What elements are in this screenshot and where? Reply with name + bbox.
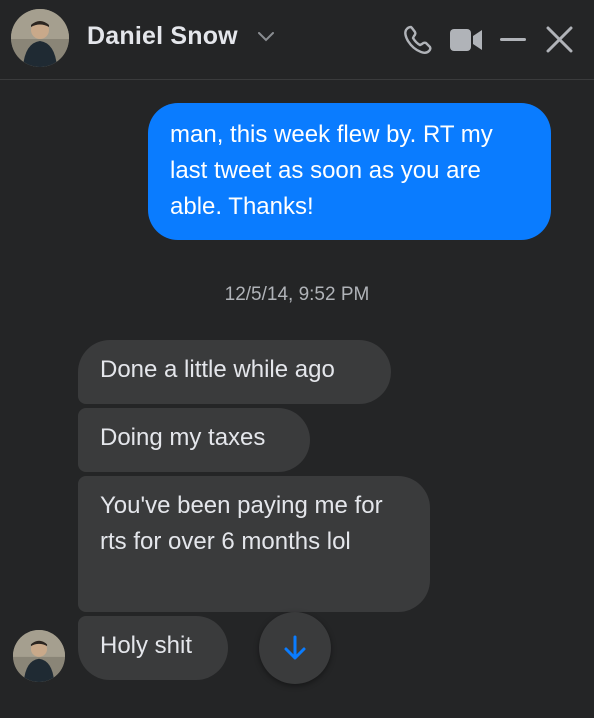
video-camera-icon[interactable] xyxy=(449,27,483,53)
message-thread[interactable]: man, this week flew by. RT my last tweet… xyxy=(0,80,594,718)
contact-avatar[interactable] xyxy=(11,9,69,67)
scroll-to-bottom-button[interactable] xyxy=(259,612,331,684)
incoming-message[interactable]: Done a little while ago xyxy=(78,340,391,404)
contact-name[interactable]: Daniel Snow xyxy=(87,22,238,51)
incoming-message[interactable]: Doing my taxes xyxy=(78,408,310,472)
incoming-message[interactable]: You've been paying me for rts for over 6… xyxy=(78,476,430,612)
incoming-message[interactable]: Holy shit xyxy=(78,616,228,680)
message-timestamp: 12/5/14, 9:52 PM xyxy=(224,284,370,305)
outgoing-message[interactable]: man, this week flew by. RT my last tweet… xyxy=(148,103,551,240)
sender-avatar[interactable] xyxy=(13,630,65,682)
chat-header: Daniel Snow xyxy=(0,0,594,80)
arrow-down-icon xyxy=(284,635,306,660)
minimize-icon[interactable] xyxy=(499,36,527,42)
close-icon[interactable] xyxy=(546,26,573,53)
chevron-down-icon[interactable] xyxy=(258,32,274,42)
phone-icon[interactable] xyxy=(402,24,434,56)
